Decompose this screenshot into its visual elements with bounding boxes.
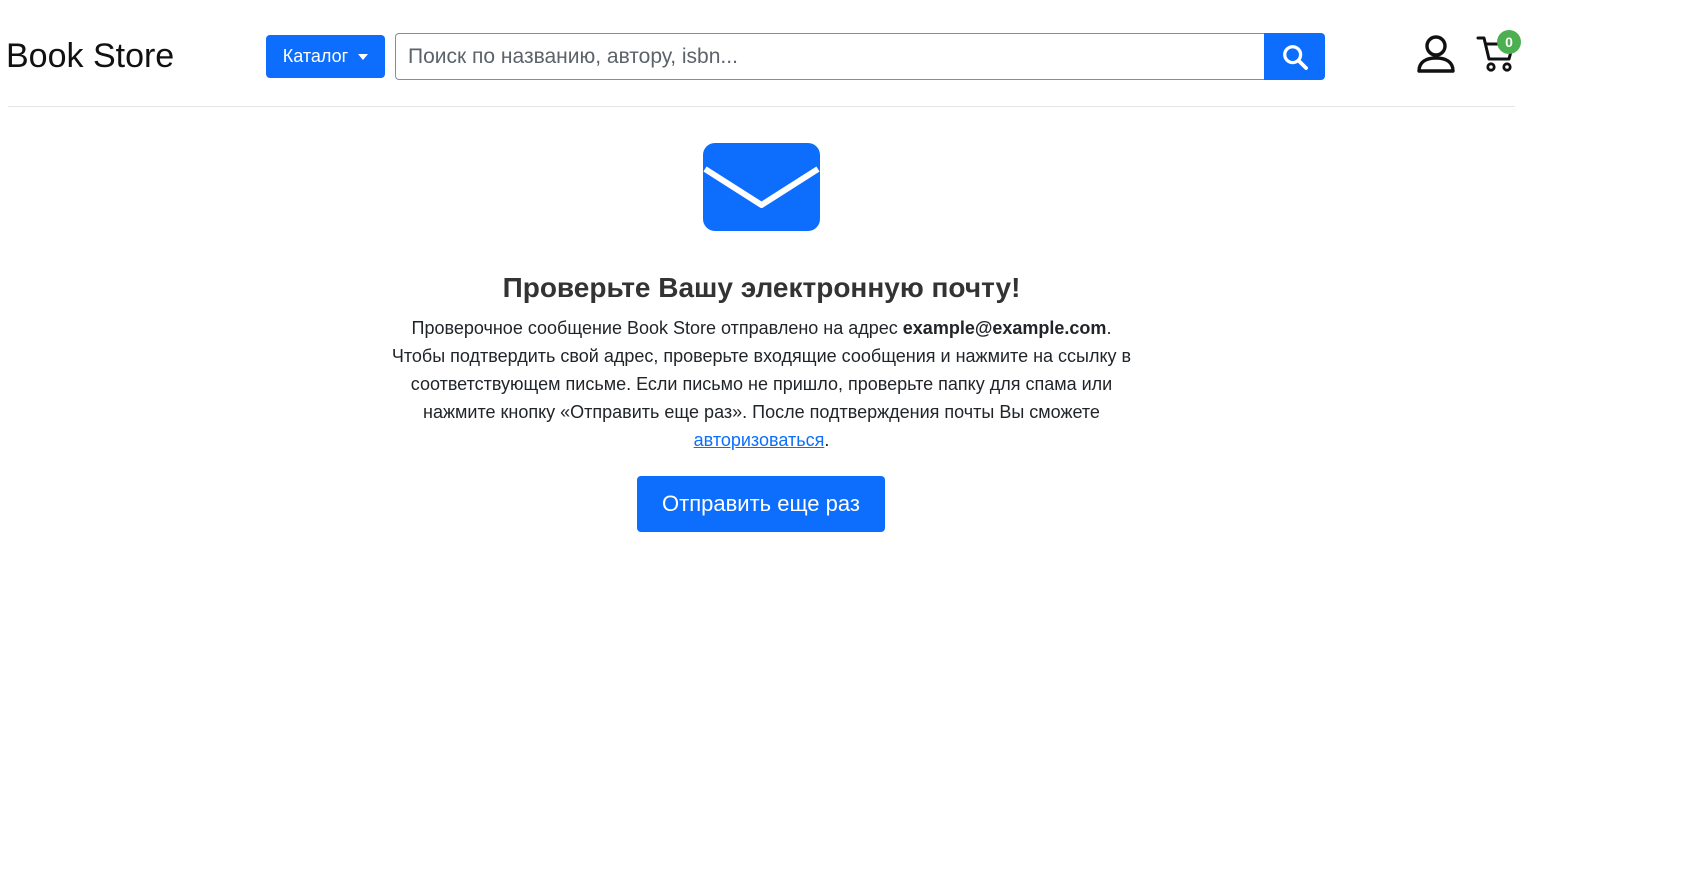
- user-icon[interactable]: [1415, 34, 1457, 74]
- message-text-3: .: [824, 430, 830, 450]
- envelope-icon: [703, 143, 820, 231]
- search-button[interactable]: [1264, 33, 1325, 80]
- email-address: example@example.com: [902, 318, 1107, 338]
- login-link[interactable]: авторизоваться: [694, 430, 825, 450]
- catalog-label: Каталог: [282, 46, 349, 66]
- top-navbar: Book Store Каталог 0: [6, 0, 1521, 107]
- page-title: Проверьте Вашу электронную почту!: [502, 272, 1021, 303]
- message-text-1: Проверочное сообщение Book Store отправл…: [411, 318, 903, 338]
- search-icon: [1282, 44, 1308, 70]
- search-input[interactable]: [395, 33, 1264, 80]
- cart-count-badge: 0: [1497, 30, 1521, 54]
- verification-message: Проверочное сообщение Book Store отправл…: [391, 314, 1132, 454]
- resend-button[interactable]: Отправить еще раз: [637, 476, 885, 532]
- catalog-dropdown-button[interactable]: Каталог: [266, 35, 385, 78]
- caret-down-icon: [358, 54, 369, 60]
- brand-logo[interactable]: Book Store: [6, 36, 174, 76]
- page: Book Store Каталог 0 Проверьт: [0, 0, 1686, 888]
